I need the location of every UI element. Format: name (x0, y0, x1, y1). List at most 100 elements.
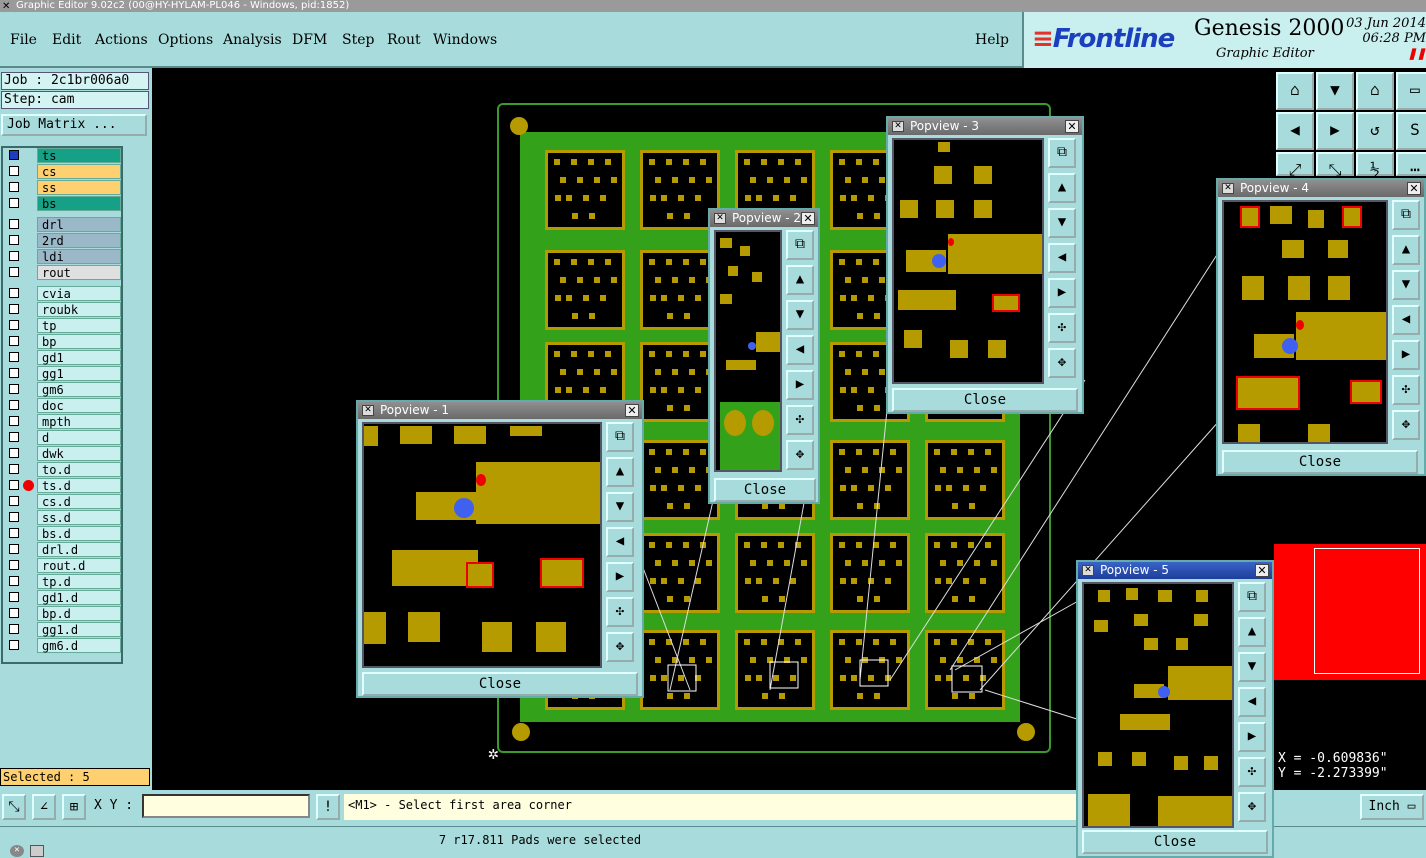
layer-checkbox[interactable] (9, 384, 19, 394)
popview-2-view[interactable] (714, 230, 782, 472)
pan-down-icon[interactable]: ▼ (1316, 72, 1354, 110)
layer-checkbox[interactable] (9, 336, 19, 346)
pan-right-icon[interactable]: ▶ (1048, 278, 1076, 308)
house-icon[interactable]: ⌂ (1356, 72, 1394, 110)
pan-up-icon[interactable]: ▲ (1238, 617, 1266, 647)
layer-row-doc[interactable]: doc (3, 398, 121, 413)
layer-checkbox[interactable] (9, 304, 19, 314)
zoom-window-icon[interactable]: ⧉ (1238, 582, 1266, 612)
layer-checkbox[interactable] (9, 368, 19, 378)
layer-checkbox[interactable] (9, 198, 19, 208)
menu-windows[interactable]: Windows (433, 32, 497, 48)
layer-row-gd1-d[interactable]: gd1.d (3, 590, 121, 605)
grid-icon[interactable]: ⊞ (62, 794, 86, 820)
zoom-home-icon[interactable]: ⌂ (1276, 72, 1314, 110)
menu-help[interactable]: Help (975, 32, 1009, 48)
layer-checkbox[interactable] (9, 400, 19, 410)
layer-row-bs-d[interactable]: bs.d (3, 526, 121, 541)
popview-5-close-button[interactable]: Close (1082, 830, 1268, 854)
layer-checkbox[interactable] (9, 544, 19, 554)
layer-row-tp-d[interactable]: tp.d (3, 574, 121, 589)
zoom-out-icon[interactable]: ✥ (1392, 410, 1420, 440)
layer-checkbox[interactable] (9, 267, 19, 277)
select-icon[interactable]: ⤡ (2, 794, 26, 820)
pan-right-icon[interactable]: ▶ (1238, 722, 1266, 752)
s-curve-icon[interactable]: S (1396, 112, 1426, 150)
layer-checkbox[interactable] (9, 592, 19, 602)
popview-1-titlebar[interactable]: ✕ Popview - 1 ✕ (358, 402, 642, 419)
pan-left-icon[interactable]: ◀ (1048, 243, 1076, 273)
zoom-in-icon[interactable]: ✣ (786, 405, 814, 435)
popview-4-close-button[interactable]: Close (1222, 450, 1418, 474)
popview-1-view[interactable] (362, 422, 602, 668)
popview-1-close-button[interactable]: Close (362, 672, 638, 696)
layer-row-bp-d[interactable]: bp.d (3, 606, 121, 621)
zoom-window-icon[interactable]: ⧉ (1392, 200, 1420, 230)
layer-checkbox[interactable] (9, 251, 19, 261)
zoom-in-icon[interactable]: ✣ (1238, 757, 1266, 787)
menu-analysis[interactable]: Analysis (223, 32, 282, 48)
layer-checkbox[interactable] (9, 166, 19, 176)
redraw-icon[interactable]: ↺ (1356, 112, 1394, 150)
popview-3-titlebar[interactable]: ✕ Popview - 3 ✕ (888, 118, 1082, 135)
pan-right-icon[interactable]: ▶ (1392, 340, 1420, 370)
pan-down-icon[interactable]: ▼ (786, 300, 814, 330)
close-icon[interactable]: ✕ (1407, 182, 1421, 195)
popview-5-view[interactable] (1082, 582, 1234, 828)
menu-file[interactable]: File (10, 32, 37, 48)
scale-icon[interactable]: ½ (1356, 152, 1394, 179)
pan-left-icon[interactable]: ◀ (606, 527, 634, 557)
layer-checkbox[interactable] (9, 352, 19, 362)
zoom-out-icon[interactable]: ✥ (1048, 348, 1076, 378)
menu-rout[interactable]: Rout (387, 32, 421, 48)
layer-checkbox[interactable] (9, 416, 19, 426)
layer-checkbox[interactable] (9, 576, 19, 586)
popview-3-view[interactable] (892, 138, 1044, 384)
pan-down-icon[interactable]: ▼ (606, 492, 634, 522)
zoom-window-icon[interactable]: ⧉ (606, 422, 634, 452)
pan-down-icon[interactable]: ▼ (1048, 208, 1076, 238)
layer-row-gg1[interactable]: gg1 (3, 366, 121, 381)
layer-checkbox[interactable] (9, 432, 19, 442)
layer-checkbox[interactable] (9, 496, 19, 506)
pan-down-icon[interactable]: ▼ (1238, 652, 1266, 682)
layer-row-drl-d[interactable]: drl.d (3, 542, 121, 557)
pan-right-icon[interactable]: ▶ (1316, 112, 1354, 150)
close-icon[interactable]: ✕ (1065, 120, 1079, 133)
job-matrix-button[interactable]: Job Matrix ... (1, 114, 147, 136)
layer-row-roubk[interactable]: roubk (3, 302, 121, 317)
layer-row-gg1-d[interactable]: gg1.d (3, 622, 121, 637)
menu-dfm[interactable]: DFM (292, 32, 327, 48)
layer-row-ts[interactable]: ts (3, 148, 121, 163)
zoom-in-icon[interactable]: ✣ (1392, 375, 1420, 405)
popview-4-titlebar[interactable]: ✕ Popview - 4 ✕ (1218, 180, 1424, 197)
layer-row-2rd[interactable]: 2rd (3, 233, 121, 248)
layer-checkbox[interactable] (9, 150, 19, 160)
layer-checkbox[interactable] (9, 560, 19, 570)
layer-checkbox[interactable] (9, 235, 19, 245)
layer-row-cs-d[interactable]: cs.d (3, 494, 121, 509)
pan-left-icon[interactable]: ◀ (786, 335, 814, 365)
pan-up-icon[interactable]: ▲ (786, 265, 814, 295)
menu-step[interactable]: Step (342, 32, 374, 48)
pan-left-icon[interactable]: ◀ (1392, 305, 1420, 335)
layer-checkbox[interactable] (9, 182, 19, 192)
layer-row-ss-d[interactable]: ss.d (3, 510, 121, 525)
layer-checkbox[interactable] (9, 464, 19, 474)
layer-checkbox[interactable] (9, 219, 19, 229)
layer-checkbox[interactable] (9, 480, 19, 490)
layer-row-d[interactable]: d (3, 430, 121, 445)
close-icon[interactable]: ✕ (625, 404, 639, 417)
close-icon[interactable]: ✕ (10, 845, 24, 857)
layer-row-ts-d[interactable]: ts.d (3, 478, 121, 493)
layer-checkbox[interactable] (9, 528, 19, 538)
misc-icon[interactable]: ⋯ (1396, 152, 1426, 179)
angle-icon[interactable]: ∠ (32, 794, 56, 820)
layer-row-mpth[interactable]: mpth (3, 414, 121, 429)
zoom-out-icon[interactable]: ✥ (606, 632, 634, 662)
popview-4-view[interactable] (1222, 200, 1388, 444)
popview-2-titlebar[interactable]: ✕ Popview - 2 ✕ (710, 210, 818, 227)
close-icon[interactable]: ✕ (1255, 564, 1269, 577)
layer-row-bs[interactable]: bs (3, 196, 121, 211)
popview-3-close-button[interactable]: Close (892, 388, 1078, 412)
